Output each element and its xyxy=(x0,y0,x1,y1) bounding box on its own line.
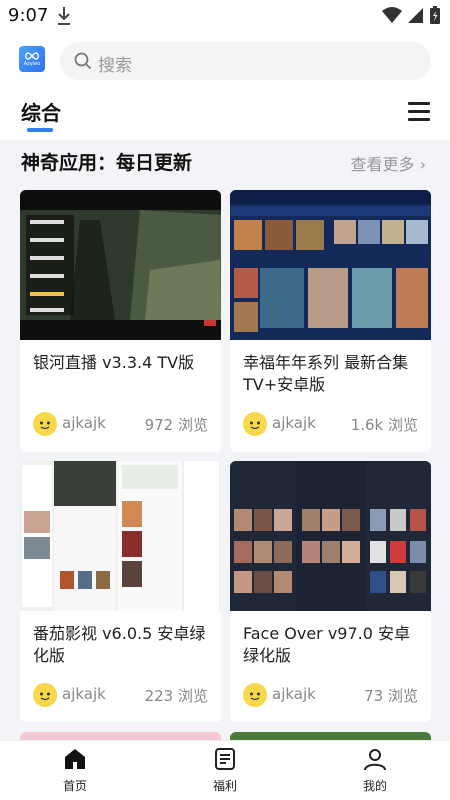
section-title: 神奇应用：每日更新 xyxy=(21,152,193,174)
signal-icon xyxy=(408,8,423,23)
author-avatar xyxy=(243,683,267,707)
search-input[interactable]: 搜索 xyxy=(60,42,431,80)
tab-comprehensive[interactable]: 综合 xyxy=(21,97,61,126)
card-title: 番茄影视 v6.0.5 安卓绿化版 xyxy=(33,624,206,665)
avatar-face-icon xyxy=(244,684,266,706)
card-views: 972 浏览 xyxy=(144,416,208,434)
card-title: 幸福年年系列 最新合集 TV+安卓版 xyxy=(243,353,409,394)
search-icon xyxy=(74,52,92,70)
wifi-icon xyxy=(382,7,402,23)
header: Azyleo 搜索 综合 xyxy=(0,32,450,140)
home-icon xyxy=(65,749,85,769)
card-views: 73 浏览 xyxy=(364,687,418,705)
app-logo[interactable]: Azyleo xyxy=(19,46,45,72)
avatar-face-icon xyxy=(34,413,56,435)
card-author: ajkajk xyxy=(62,414,106,432)
avatar-face-icon xyxy=(244,413,266,435)
see-more-link[interactable]: 查看更多 › xyxy=(351,151,427,175)
card-author: ajkajk xyxy=(272,685,316,703)
card-title: Face Over v97.0 安卓绿化版 xyxy=(243,624,411,665)
nav-profile-label: 我的 xyxy=(362,779,387,793)
card-thumbnail xyxy=(20,190,221,340)
card-views: 223 浏览 xyxy=(144,687,208,705)
nav-home-label: 首页 xyxy=(62,779,87,793)
author-avatar xyxy=(243,412,267,436)
card-author: ajkajk xyxy=(62,685,106,703)
author-avatar xyxy=(33,683,57,707)
card-views: 1.6k 浏览 xyxy=(350,416,418,434)
nav-profile[interactable]: 我的 xyxy=(335,747,415,794)
status-bar: 9:07 xyxy=(0,0,450,32)
nav-welfare[interactable]: 福利 xyxy=(185,747,265,794)
nav-home[interactable]: 首页 xyxy=(35,747,115,794)
card-thumbnail xyxy=(20,461,221,611)
card-thumbnail xyxy=(230,190,431,340)
document-icon xyxy=(215,748,235,770)
card-author: ajkajk xyxy=(272,414,316,432)
status-time: 9:07 xyxy=(8,5,49,26)
card-thumbnail xyxy=(230,461,431,611)
logo-text: Azyleo xyxy=(23,60,41,67)
infinity-icon xyxy=(25,51,39,60)
tab-indicator xyxy=(27,128,53,132)
battery-icon xyxy=(430,6,440,24)
card-title: 银河直播 v3.3.4 TV版 xyxy=(33,353,195,372)
download-icon xyxy=(58,7,70,25)
author-avatar xyxy=(33,412,57,436)
avatar-face-icon xyxy=(34,684,56,706)
menu-icon[interactable] xyxy=(408,102,430,121)
bottom-nav: 首页 福利 我的 xyxy=(0,740,450,800)
app-card[interactable]: Face Over v97.0 安卓绿化版 ajkajk 73 浏览 xyxy=(230,461,431,722)
app-card[interactable]: 番茄影视 v6.0.5 安卓绿化版 ajkajk 223 浏览 xyxy=(20,461,221,722)
app-card[interactable]: 幸福年年系列 最新合集 TV+安卓版 ajkajk 1.6k 浏览 xyxy=(230,190,431,452)
search-placeholder: 搜索 xyxy=(98,56,132,76)
app-card[interactable]: 银河直播 v3.3.4 TV版 ajkajk 972 浏览 xyxy=(20,190,221,452)
user-icon xyxy=(364,749,386,771)
nav-welfare-label: 福利 xyxy=(212,779,237,793)
